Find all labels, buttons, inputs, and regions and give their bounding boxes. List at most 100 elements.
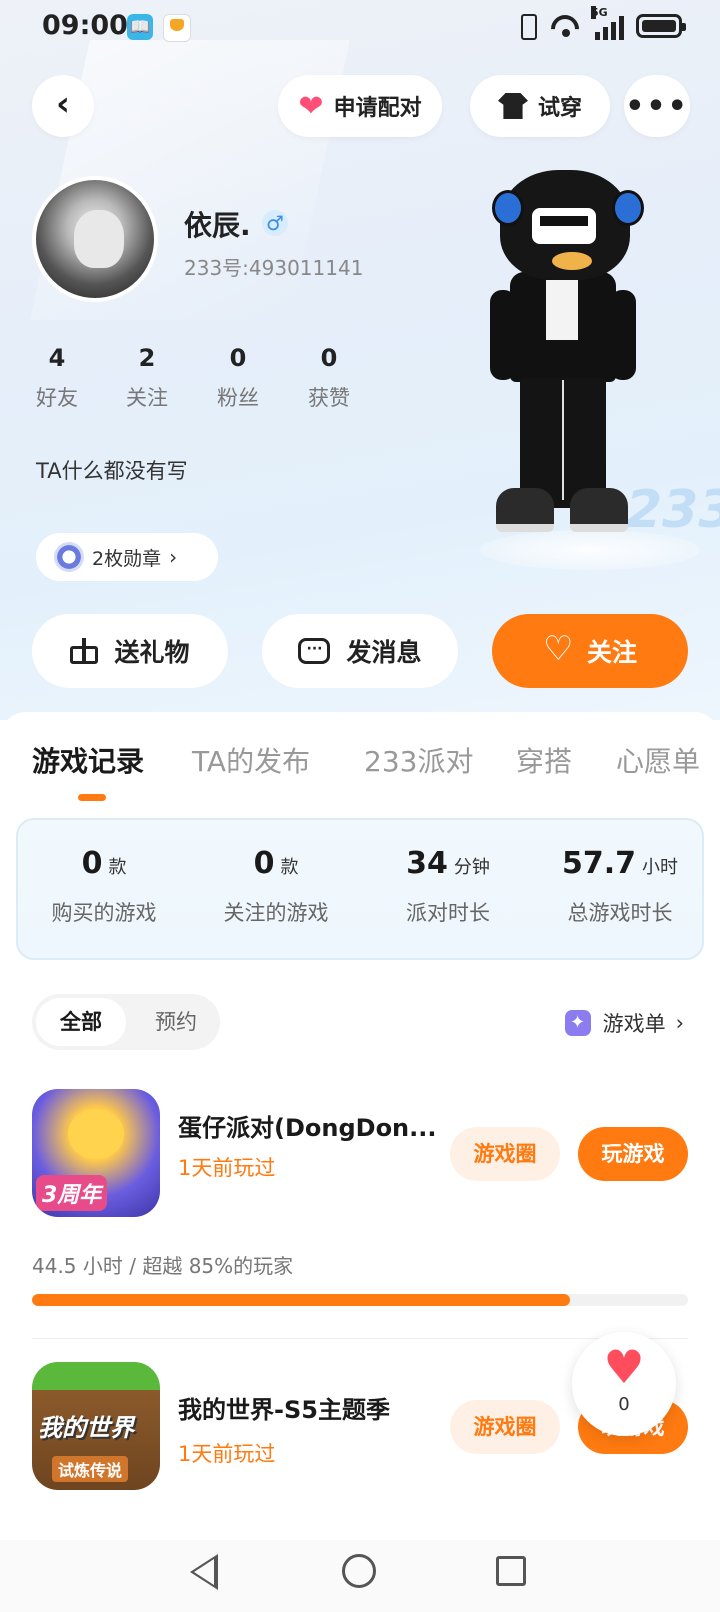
battery-icon xyxy=(636,14,686,38)
nav-recents-icon[interactable] xyxy=(496,1556,526,1586)
avatar[interactable] xyxy=(32,176,158,302)
heart-icon: ♥ xyxy=(603,1340,645,1394)
play-game-button[interactable]: 玩游戏 xyxy=(578,1127,688,1181)
gift-icon xyxy=(70,638,99,664)
game-list-link[interactable]: ✦ 游戏单 › xyxy=(564,1008,684,1038)
request-pair-label: 申请配对 xyxy=(333,96,422,121)
cell-signal-icon: 5G xyxy=(591,6,624,40)
filter-all-button[interactable]: 全部 xyxy=(36,998,126,1046)
sparkle-icon: ✦ xyxy=(564,1010,591,1036)
status-bar: 09:00 📖 5G xyxy=(0,0,720,56)
more-button[interactable]: ••• xyxy=(624,75,690,137)
tab-game-records[interactable]: 游戏记录 xyxy=(32,740,144,780)
more-dots-icon: ••• xyxy=(625,88,689,124)
stat-label: 派对时长 xyxy=(406,901,490,925)
send-gift-label: 送礼物 xyxy=(114,638,190,667)
stat-followed-games[interactable]: 0款 关注的游戏 xyxy=(190,846,362,927)
stat-fans[interactable]: 0 粉丝 xyxy=(203,344,273,412)
game-last-played: 1天前玩过 xyxy=(178,1156,276,1180)
stat-label: 粉丝 xyxy=(217,386,259,410)
like-floating-button[interactable]: ♥ 0 xyxy=(572,1332,676,1436)
send-message-button[interactable]: ··· 发消息 xyxy=(262,614,458,688)
eggy-mascot xyxy=(68,1109,124,1159)
stat-value: 57.7 xyxy=(561,846,637,881)
back-button[interactable]: ‹ xyxy=(32,75,94,137)
game-icon-title: 我的世界 xyxy=(38,1414,134,1442)
status-icons: 5G xyxy=(515,6,686,40)
stat-unit: 款 xyxy=(280,857,299,878)
stat-following[interactable]: 2 关注 xyxy=(112,344,182,412)
badges-label: 2枚勋章 xyxy=(92,547,162,570)
game-icon-eggy-party[interactable]: 3周年 xyxy=(32,1089,160,1217)
user-id: 233号:493011141 xyxy=(184,256,364,280)
tab-outfits[interactable]: 穿搭 xyxy=(516,740,572,780)
character-stripe xyxy=(562,380,564,500)
badges-button[interactable]: 2枚勋章 › xyxy=(36,533,218,581)
tab-posts[interactable]: TA的发布 xyxy=(192,740,310,780)
follow-label: 关注 xyxy=(586,638,637,667)
request-pair-button[interactable]: ❤ 申请配对 xyxy=(278,75,442,137)
username: 依辰. xyxy=(184,209,251,242)
stat-value: 0 xyxy=(229,344,247,372)
game-icon-subtitle: 试炼传说 xyxy=(52,1456,129,1482)
stat-label: 购买的游戏 xyxy=(51,901,157,925)
character-ear xyxy=(492,190,524,226)
stat-unit: 款 xyxy=(108,857,127,878)
stat-value: 0 xyxy=(81,846,103,881)
tab-wishlist[interactable]: 心愿单 xyxy=(616,740,700,780)
character-shoe xyxy=(570,488,628,532)
try-on-label: 试穿 xyxy=(537,96,582,121)
filter-reserved-button[interactable]: 预约 xyxy=(136,998,216,1046)
game-stats-card: 0款 购买的游戏 0款 关注的游戏 34 分钟 派对时长 57.7 小时 总游戏时长 xyxy=(16,818,704,960)
vibrate-icon xyxy=(515,12,539,40)
stat-likes[interactable]: 0 获赞 xyxy=(294,344,364,412)
message-bubble-icon: ··· xyxy=(298,638,331,664)
game-icon-caption: 3周年 xyxy=(36,1175,108,1211)
playtime-progress-bar xyxy=(32,1294,688,1306)
nav-home-icon[interactable] xyxy=(342,1554,376,1588)
follow-button[interactable]: 关注 xyxy=(492,614,688,688)
tab-party[interactable]: 233派对 xyxy=(364,740,473,780)
game-circle-button[interactable]: 游戏圈 xyxy=(450,1400,560,1454)
game-filter: 全部 预约 xyxy=(32,994,220,1050)
stat-label: 总游戏时长 xyxy=(567,901,673,925)
chevron-right-icon: › xyxy=(675,1011,684,1035)
heart-plus-icon xyxy=(543,629,573,669)
game-playtime: 44.5 小时 / 超越 85%的玩家 xyxy=(32,1254,294,1278)
tab-indicator xyxy=(78,794,106,801)
heart-pair-icon: ❤ xyxy=(298,88,324,124)
stat-party-time[interactable]: 34 分钟 派对时长 xyxy=(362,846,534,927)
wifi-icon xyxy=(551,13,583,39)
status-time: 09:00 xyxy=(42,10,128,41)
game-last-played: 1天前玩过 xyxy=(178,1442,276,1466)
stat-value: 2 xyxy=(138,344,156,372)
stat-label: 关注 xyxy=(126,386,168,410)
stat-value: 34 xyxy=(406,846,448,881)
stat-value: 4 xyxy=(48,344,66,372)
character-ear xyxy=(612,190,644,226)
game-icon-minecraft[interactable]: 我的世界 试炼传说 xyxy=(32,1362,160,1490)
stat-label: 关注的游戏 xyxy=(223,901,329,925)
medal-icon xyxy=(54,542,84,572)
game-title[interactable]: 蛋仔派对(DongDon... xyxy=(178,1108,448,1143)
send-gift-button[interactable]: 送礼物 xyxy=(32,614,228,688)
playtime-progress-fill xyxy=(32,1294,570,1306)
avatar-character[interactable]: 233 xyxy=(470,150,720,570)
chevron-right-icon: › xyxy=(169,545,178,569)
tshirt-icon: T xyxy=(497,93,528,119)
stat-total-playtime[interactable]: 57.7 小时 总游戏时长 xyxy=(534,846,706,927)
stat-friends[interactable]: 4 好友 xyxy=(22,344,92,412)
stat-purchased-games[interactable]: 0款 购买的游戏 xyxy=(18,846,190,927)
try-on-button[interactable]: T 试穿 xyxy=(470,75,610,137)
game-title[interactable]: 我的世界-S5主题季 xyxy=(178,1390,448,1425)
game-circle-button[interactable]: 游戏圈 xyxy=(450,1127,560,1181)
bio-text: TA什么都没有写 xyxy=(36,459,188,483)
nav-back-icon[interactable] xyxy=(190,1554,218,1590)
male-gender-icon: ♂ xyxy=(262,210,288,236)
stat-unit: 小时 xyxy=(642,857,679,878)
stat-label: 好友 xyxy=(36,386,78,410)
game-list-label: 游戏单 xyxy=(602,1012,666,1036)
character-badge xyxy=(552,252,592,270)
like-count: 0 xyxy=(618,1394,630,1415)
character-watermark: 233 xyxy=(626,480,720,540)
